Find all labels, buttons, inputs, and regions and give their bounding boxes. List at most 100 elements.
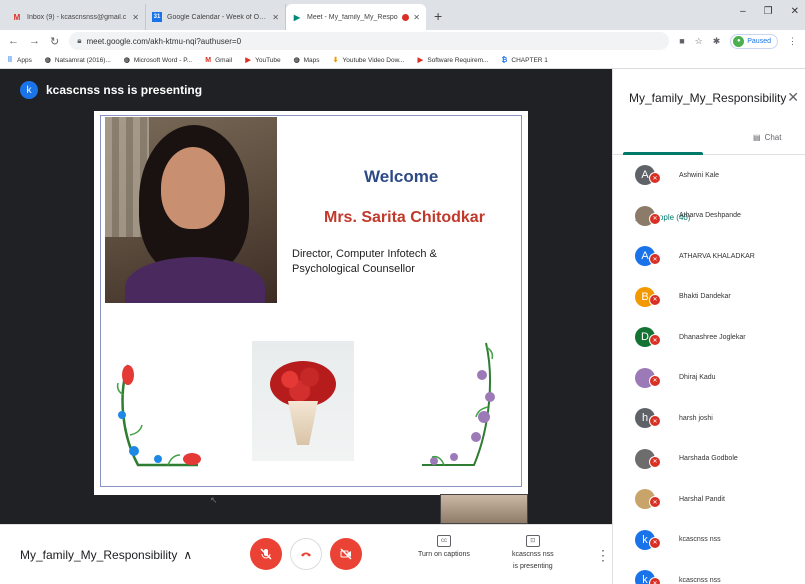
presenting-label-1: kcascnss nss bbox=[512, 551, 554, 558]
forward-arrow-icon[interactable]: → bbox=[29, 35, 40, 47]
list-item[interactable]: ✕ Harshada Godbole bbox=[613, 439, 805, 480]
tab-calendar[interactable]: 31 Google Calendar - Week of Octo ✕ bbox=[146, 4, 286, 30]
back-arrow-icon[interactable]: ← bbox=[8, 35, 19, 47]
chevron-up-icon: ∧ bbox=[183, 548, 193, 562]
camera-off-button[interactable] bbox=[330, 538, 362, 570]
mic-muted-icon: ✕ bbox=[649, 293, 661, 306]
list-item[interactable]: h ✕ harsh joshi bbox=[613, 398, 805, 439]
profile-button[interactable]: ● Paused bbox=[730, 33, 778, 49]
bookmark-chapter1[interactable]: ₿ CHAPTER 1 bbox=[500, 56, 548, 64]
bookmark-gmail[interactable]: M Gmail bbox=[204, 56, 232, 64]
list-item[interactable]: ✕ Atharva Deshpande bbox=[613, 196, 805, 237]
leave-call-button[interactable] bbox=[290, 538, 322, 570]
meet-icon: ▶ bbox=[293, 12, 301, 22]
mic-off-icon bbox=[260, 548, 272, 560]
bookmark-label: Apps bbox=[17, 56, 32, 64]
new-tab-button[interactable]: + bbox=[426, 8, 450, 30]
mic-muted-icon: ✕ bbox=[649, 536, 661, 549]
close-icon[interactable]: ✕ bbox=[787, 89, 799, 106]
list-item[interactable]: k ✕ kcascnss nss bbox=[613, 520, 805, 561]
photo-face bbox=[161, 147, 225, 229]
list-item[interactable]: A ✕ Ashwini Kale bbox=[613, 155, 805, 196]
maps-icon: ◍ bbox=[293, 57, 300, 64]
window-controls: – ❐ ✕ bbox=[740, 6, 799, 17]
star-icon[interactable]: ☆ bbox=[695, 36, 703, 47]
list-item[interactable]: k ✕ kcascnss nss bbox=[613, 560, 805, 584]
reload-icon[interactable]: ↻ bbox=[50, 35, 59, 48]
minimize-button[interactable]: – bbox=[740, 6, 746, 17]
bookmark-software-req[interactable]: ▶ Software Requirem... bbox=[416, 56, 489, 65]
tab-meet[interactable]: ▶ Meet - My_family_My_Respo ✕ bbox=[286, 4, 426, 30]
bookmark-youtube[interactable]: ▶ YouTube bbox=[244, 56, 280, 65]
menu-icon[interactable]: ⋮ bbox=[788, 36, 797, 47]
presenter-label: kcascnss nss is presenting bbox=[46, 83, 203, 97]
mic-muted-icon: ✕ bbox=[649, 172, 661, 184]
extension-icon[interactable]: ✱ bbox=[713, 36, 721, 47]
more-options-icon[interactable]: ⋮ bbox=[596, 547, 610, 564]
mouse-cursor-icon: ↖ bbox=[210, 495, 218, 505]
people-list: A ✕ Ashwini Kale ✕ Atharva Deshpande A ✕ ATHARV… bbox=[613, 155, 805, 584]
mic-off-button[interactable] bbox=[250, 538, 282, 570]
close-icon[interactable]: ✕ bbox=[413, 13, 420, 22]
mic-muted-icon: ✕ bbox=[649, 577, 661, 584]
maximize-button[interactable]: ❐ bbox=[764, 6, 773, 17]
slide-speaker-role: Director, Computer Infotech & Psychologi… bbox=[292, 247, 437, 277]
apps-icon: ⠿ bbox=[7, 57, 13, 64]
list-item[interactable]: ✕ Dhiraj Kadu bbox=[613, 358, 805, 399]
participant-name: kcascnss nss bbox=[679, 536, 721, 544]
participant-name: Harshada Godbole bbox=[679, 455, 738, 463]
slide-welcome-text: Welcome bbox=[364, 167, 439, 186]
profile-status: Paused bbox=[747, 37, 771, 45]
url-text: meet.google.com/akh-ktmu-nqi?authuser=0 bbox=[86, 36, 242, 46]
panel-tabs: 👥︎ People (40) ▤ Chat bbox=[613, 127, 805, 222]
self-view-thumbnail[interactable] bbox=[440, 494, 528, 524]
camera-icon[interactable]: ■ bbox=[679, 36, 684, 46]
role-line: Director, Computer Infotech & bbox=[292, 248, 437, 260]
close-icon[interactable]: ✕ bbox=[272, 13, 279, 22]
bookmark-word[interactable]: ◍ Microsoft Word - P... bbox=[123, 56, 192, 65]
bookmark-label: Youtube Video Dow... bbox=[342, 56, 405, 64]
meeting-controls-bar: My_family_My_Responsibility ∧ cc Turn on… bbox=[0, 524, 612, 584]
tab-chat[interactable]: ▤ Chat bbox=[753, 133, 781, 142]
rose-bunch bbox=[270, 361, 336, 407]
bookmarks-bar: ⠿ Apps ◍ Natsamrat (2016)... ◍ Microsoft Wo… bbox=[0, 52, 805, 69]
slide-speaker-name: Mrs. Sarita Chitodkar bbox=[324, 209, 485, 226]
close-window-button[interactable]: ✕ bbox=[791, 6, 799, 17]
list-item[interactable]: B ✕ Bhakti Dandekar bbox=[613, 277, 805, 318]
captions-label: Turn on captions bbox=[418, 551, 470, 558]
meeting-details-button[interactable]: My_family_My_Responsibility ∧ bbox=[20, 548, 192, 562]
bookmark-natsamrat[interactable]: ◍ Natsamrat (2016)... bbox=[44, 56, 111, 65]
url-input[interactable]: 🔒︎ meet.google.com/akh-ktmu-nqi?authuser… bbox=[69, 32, 670, 50]
list-item[interactable]: A ✕ ATHARVA KHALADKAR bbox=[613, 236, 805, 277]
meeting-name: My_family_My_Responsibility bbox=[20, 548, 178, 562]
tab-title: Meet - My_family_My_Respo bbox=[307, 13, 398, 21]
bouquet-wrap bbox=[288, 401, 318, 445]
mic-muted-icon: ✕ bbox=[649, 374, 661, 387]
bookmark-maps[interactable]: ◍ Maps bbox=[293, 56, 320, 65]
mic-muted-icon: ✕ bbox=[649, 334, 661, 346]
presenter-banner: k kcascnss nss is presenting bbox=[20, 81, 202, 99]
bookmark-apps[interactable]: ⠿ Apps bbox=[6, 56, 32, 65]
bookmark-label: Maps bbox=[303, 56, 320, 64]
presenting-button[interactable]: ⊡ kcascnss nss is presenting bbox=[512, 535, 554, 571]
address-bar-row: ← → ↻ 🔒︎ meet.google.com/akh-ktmu-nqi?au… bbox=[0, 30, 805, 52]
list-item[interactable]: ✕ Harshal Pandit bbox=[613, 479, 805, 520]
tab-title: Google Calendar - Week of Octo bbox=[167, 13, 269, 21]
close-icon[interactable]: ✕ bbox=[132, 13, 139, 22]
chat-icon: ▤ bbox=[753, 133, 761, 142]
lock-icon: 🔒︎ bbox=[77, 36, 82, 45]
participant-name: Dhiraj Kadu bbox=[679, 374, 716, 382]
bookmark-label: Software Requirem... bbox=[427, 56, 489, 64]
bookmark-youtube-download[interactable]: ⬇ Youtube Video Dow... bbox=[332, 56, 405, 65]
chat-tab-label: Chat bbox=[764, 133, 782, 142]
details-panel: My_family_My_Responsibility ✕ 👥︎ People … bbox=[612, 69, 805, 584]
tab-gmail[interactable]: M Inbox (9) - kcascnsnss@gmail.c ✕ bbox=[6, 4, 146, 30]
globe-icon: ◍ bbox=[123, 57, 130, 64]
bookmark-label: Natsamrat (2016)... bbox=[54, 56, 111, 64]
mic-muted-icon: ✕ bbox=[649, 253, 661, 265]
participant-name: Ashwini Kale bbox=[679, 171, 720, 179]
captions-icon: cc bbox=[436, 535, 451, 547]
list-item[interactable]: D ✕ Dhanashree Joglekar bbox=[613, 317, 805, 358]
mic-muted-icon: ✕ bbox=[649, 415, 661, 427]
captions-button[interactable]: cc Turn on captions bbox=[418, 535, 470, 559]
